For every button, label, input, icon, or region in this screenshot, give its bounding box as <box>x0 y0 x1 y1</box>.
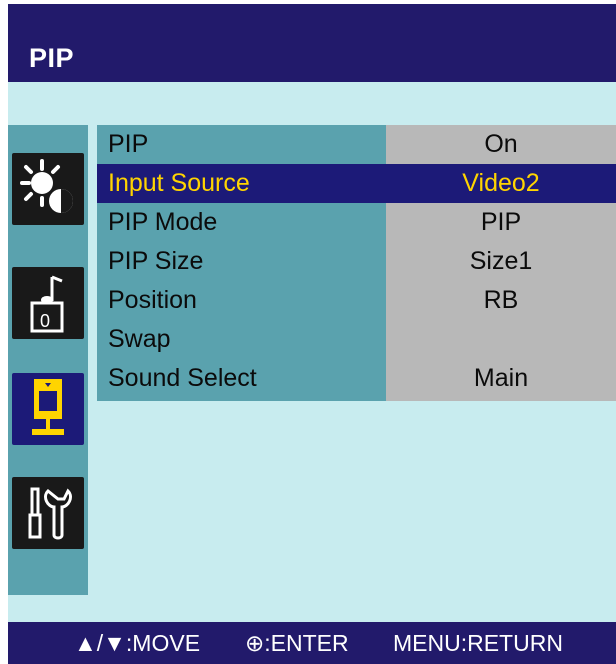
category-picture[interactable] <box>12 153 84 225</box>
menu-item-value: Size1 <box>469 247 533 275</box>
navigation-hint-bar: ▲/▼:MOVE ⊕:ENTER MENU:RETURN <box>8 622 616 664</box>
menu-item-value: PIP <box>480 208 522 236</box>
category-sound[interactable]: 0 <box>12 267 84 339</box>
menu-item-label: Position <box>108 286 197 314</box>
menu-item-value: Video2 <box>462 169 540 197</box>
category-sidebar: 0 <box>8 125 88 595</box>
menu-item-position[interactable]: Position RB <box>97 281 616 320</box>
menu-item-label: PIP Mode <box>108 208 218 236</box>
menu-item-label: Swap <box>108 325 171 353</box>
return-hint: MENU:RETURN <box>393 630 563 656</box>
pip-settings-menu: PIP On Input Source Video2 PIP Mode PIP … <box>97 125 616 401</box>
category-pip[interactable] <box>12 373 84 445</box>
enter-hint: ⊕:ENTER <box>245 630 349 656</box>
menu-item-pip-mode[interactable]: PIP Mode PIP <box>97 203 616 242</box>
sound-icon: 0 <box>30 275 64 333</box>
menu-title: PIP <box>29 43 75 73</box>
category-setup[interactable] <box>12 477 84 549</box>
menu-item-value: Main <box>473 364 529 392</box>
menu-item-pip[interactable]: PIP On <box>97 125 616 164</box>
menu-item-label: Input Source <box>108 169 250 197</box>
menu-item-swap[interactable]: Swap <box>97 320 616 359</box>
menu-item-sound-select[interactable]: Sound Select Main <box>97 359 616 398</box>
menu-item-value: RB <box>483 286 519 314</box>
move-hint: ▲/▼:MOVE <box>74 630 201 656</box>
menu-item-pip-size[interactable]: PIP Size Size1 <box>97 242 616 281</box>
setup-tools-icon <box>28 487 72 540</box>
menu-item-label: Sound Select <box>108 364 257 392</box>
pip-icon <box>32 379 64 435</box>
picture-adjust-icon <box>20 159 73 213</box>
menu-item-label: PIP <box>108 130 149 158</box>
menu-item-label: PIP Size <box>108 247 204 275</box>
title-bar: PIP <box>8 4 616 82</box>
menu-item-input-source[interactable]: Input Source Video2 <box>97 164 616 203</box>
menu-item-value: On <box>484 130 518 158</box>
svg-text:0: 0 <box>40 311 50 331</box>
osd-menu: PIP 0 PIP On Input Source Video2 PIP Mod… <box>8 4 616 664</box>
